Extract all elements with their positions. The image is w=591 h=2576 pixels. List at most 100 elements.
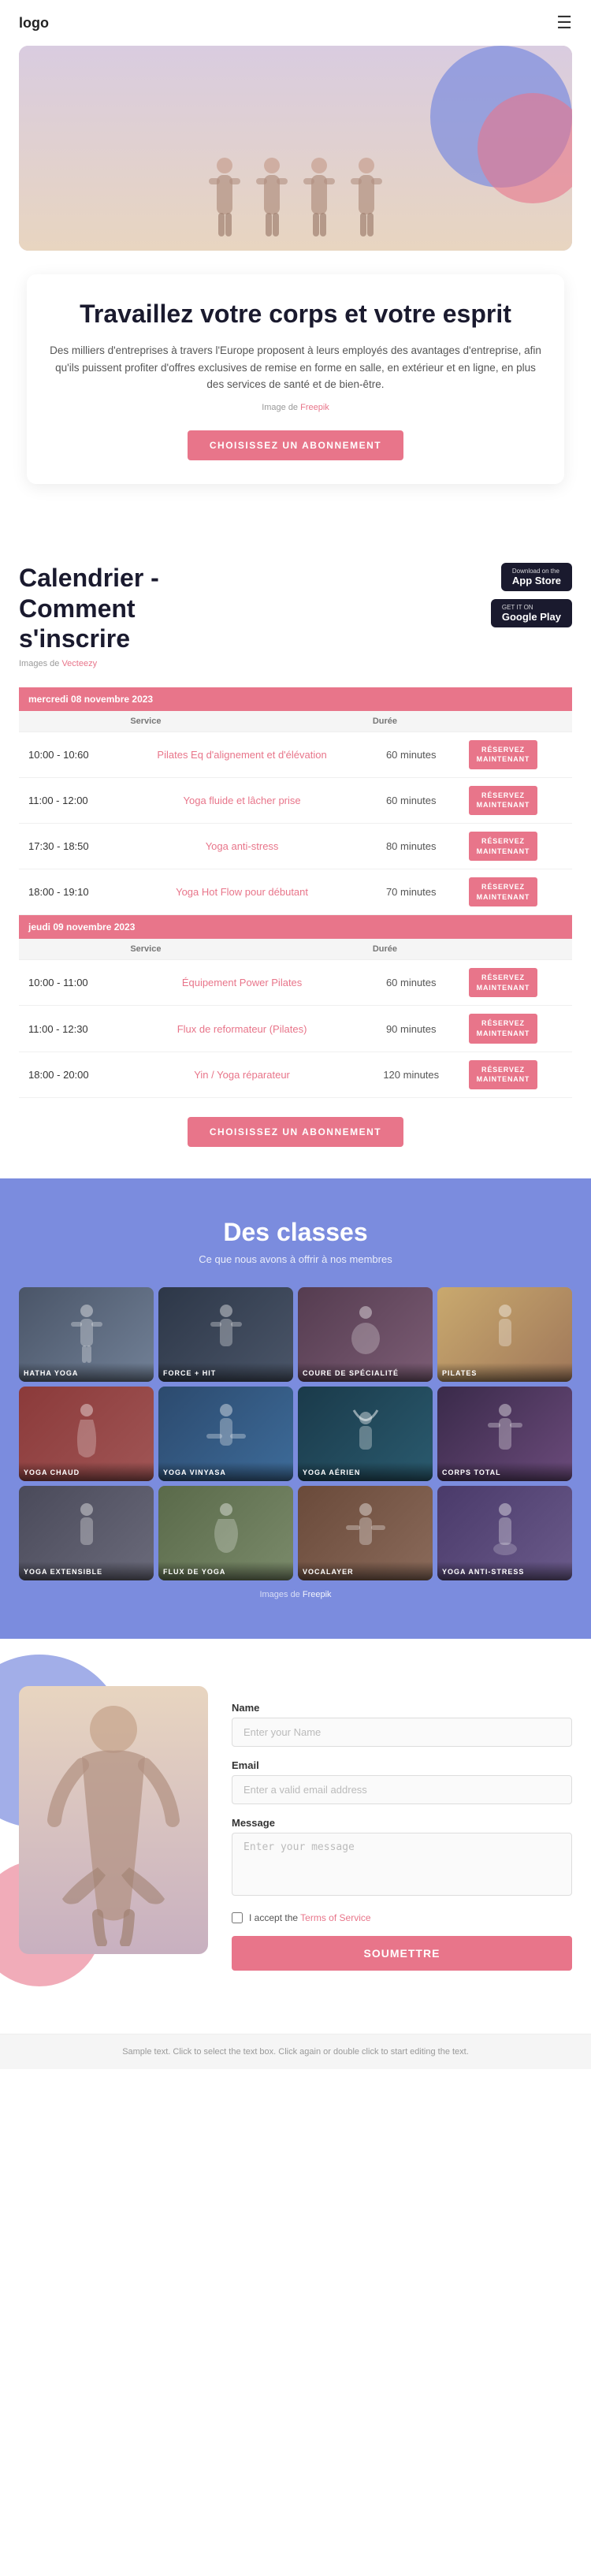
schedule-table: mercredi 08 novembre 2023 Service Durée …	[19, 687, 572, 1098]
class-card-vocalayer[interactable]: VOCALAYER	[298, 1486, 433, 1580]
table-row: 10:00 - 10:60 Pilates Eq d'alignement et…	[19, 731, 572, 777]
calendar-header: Calendrier - Comment s'inscrire Images d…	[19, 563, 572, 668]
table-header-row: Service Durée	[19, 711, 572, 732]
email-label: Email	[232, 1759, 572, 1771]
reserve-button[interactable]: RÉSERVEZMAINTENANT	[469, 968, 538, 997]
class-card-hatha[interactable]: HATHA YOGA	[19, 1287, 154, 1382]
yoga-icon	[481, 1303, 529, 1366]
contact-form: Name Email Message I accept the Terms of…	[232, 1686, 572, 1971]
app-store-badge[interactable]: Download on the App Store	[501, 563, 572, 591]
class-card-label: VOCALAYER	[298, 1562, 433, 1580]
app-store-top-text: Download on the	[512, 568, 561, 575]
table-row: 10:00 - 11:00 Équipement Power Pilates 6…	[19, 960, 572, 1006]
hero-card: Travaillez votre corps et votre esprit D…	[27, 274, 564, 484]
class-card-label: YOGA ANTI-STRESS	[437, 1562, 572, 1580]
class-card-label: FLUX DE YOGA	[158, 1562, 293, 1580]
reserve-button[interactable]: RÉSERVEZMAINTENANT	[469, 832, 538, 861]
submit-button[interactable]: SOUMETTRE	[232, 1936, 572, 1971]
yoga-icon	[342, 1502, 389, 1565]
class-card-force[interactable]: FORCE + HIT	[158, 1287, 293, 1382]
class-card-label: PILATES	[437, 1363, 572, 1382]
message-textarea[interactable]	[232, 1833, 572, 1896]
app-store-main-text: App Store	[512, 575, 561, 586]
figure-2	[252, 156, 292, 243]
class-card-label: YOGA VINYASA	[158, 1462, 293, 1481]
yoga-icon	[342, 1402, 389, 1465]
message-label: Message	[232, 1817, 572, 1829]
calendar-credit-link[interactable]: Vecteezy	[61, 659, 97, 668]
yoga-icon	[203, 1303, 250, 1366]
class-card-label: FORCE + HIT	[158, 1363, 293, 1382]
logo: logo	[19, 15, 49, 32]
form-group-name: Name	[232, 1702, 572, 1747]
figure-4	[347, 156, 386, 243]
yoga-icon	[481, 1402, 529, 1465]
classes-credit-link[interactable]: Freepik	[303, 1590, 332, 1599]
class-card-yoga-extensible[interactable]: YOGA EXTENSIBLE	[19, 1486, 154, 1580]
name-input[interactable]	[232, 1718, 572, 1747]
class-card-flux-yoga[interactable]: FLUX DE YOGA	[158, 1486, 293, 1580]
classes-credit: Images de Freepik	[19, 1590, 572, 1599]
email-input[interactable]	[232, 1775, 572, 1804]
table-row: 11:00 - 12:00 Yoga fluide et lâcher pris…	[19, 777, 572, 823]
calendar-cta-button[interactable]: CHOISISSEZ UN ABONNEMENT	[188, 1117, 403, 1147]
calendar-title-block: Calendrier - Comment s'inscrire Images d…	[19, 563, 159, 668]
hero-cta-button[interactable]: CHOISISSEZ UN ABONNEMENT	[188, 430, 403, 460]
class-card-yoga-vinyasa[interactable]: YOGA VINYASA	[158, 1387, 293, 1481]
class-card-yoga-aerien[interactable]: YOGA AÉRIEN	[298, 1387, 433, 1481]
terms-checkbox[interactable]	[232, 1912, 243, 1923]
footer: Sample text. Click to select the text bo…	[0, 2034, 591, 2069]
table-row: 18:00 - 20:00 Yin / Yoga réparateur 120 …	[19, 1052, 572, 1097]
classes-subtitle: Ce que nous avons à offrir à nos membres	[19, 1253, 572, 1265]
person-illustration	[35, 1694, 192, 1946]
class-card-pilates[interactable]: PILATES	[437, 1287, 572, 1382]
classes-section: Des classes Ce que nous avons à offrir à…	[0, 1178, 591, 1639]
hero-credit-link[interactable]: Freepik	[300, 403, 329, 412]
terms-label: I accept the Terms of Service	[249, 1912, 371, 1923]
day2-label: jeudi 09 novembre 2023	[19, 915, 572, 940]
yoga-icon	[481, 1502, 529, 1565]
site-header: logo ☰	[0, 0, 591, 46]
calendar-cta: CHOISISSEZ UN ABONNEMENT	[19, 1117, 572, 1147]
class-card-label: YOGA EXTENSIBLE	[19, 1562, 154, 1580]
class-card-label: YOGA AÉRIEN	[298, 1462, 433, 1481]
day2-header-row: jeudi 09 novembre 2023	[19, 915, 572, 940]
yoga-icon	[342, 1303, 389, 1366]
terms-link[interactable]: Terms of Service	[300, 1912, 370, 1923]
store-badges: Download on the App Store GET IT ON Goog…	[491, 563, 572, 627]
yoga-icon	[63, 1402, 110, 1465]
google-play-main-text: Google Play	[502, 611, 561, 623]
class-card-corps-total[interactable]: CORPS TOTAL	[437, 1387, 572, 1481]
yoga-icon	[63, 1303, 110, 1366]
figure-3	[299, 156, 339, 243]
reserve-button[interactable]: RÉSERVEZMAINTENANT	[469, 740, 538, 769]
reserve-button[interactable]: RÉSERVEZMAINTENANT	[469, 1014, 538, 1043]
menu-icon[interactable]: ☰	[556, 13, 572, 33]
hero-image	[19, 46, 572, 251]
day1-header-row: mercredi 08 novembre 2023	[19, 687, 572, 711]
hero-image-credit: Image de Freepik	[49, 401, 542, 415]
day1-label: mercredi 08 novembre 2023	[19, 687, 572, 711]
contact-section: Name Email Message I accept the Terms of…	[0, 1639, 591, 2034]
google-play-badge[interactable]: GET IT ON Google Play	[491, 599, 572, 627]
reserve-button[interactable]: RÉSERVEZMAINTENANT	[469, 1060, 538, 1089]
table-row: 11:00 - 12:30 Flux de reformateur (Pilat…	[19, 1006, 572, 1052]
hero-description: Des milliers d'entreprises à travers l'E…	[49, 342, 542, 393]
contact-image	[19, 1686, 208, 1954]
class-card-specialite[interactable]: COURE DE SPÉCIALITÉ	[298, 1287, 433, 1382]
name-label: Name	[232, 1702, 572, 1714]
class-card-yoga-anti-stress[interactable]: YOGA ANTI-STRESS	[437, 1486, 572, 1580]
form-group-email: Email	[232, 1759, 572, 1804]
reserve-button[interactable]: RÉSERVEZMAINTENANT	[469, 877, 538, 906]
google-play-top-text: GET IT ON	[502, 604, 561, 611]
hero-section: Travaillez votre corps et votre esprit D…	[0, 46, 591, 531]
calendar-credit: Images de Vecteezy	[19, 659, 159, 668]
yoga-icon	[203, 1502, 250, 1565]
reserve-button[interactable]: RÉSERVEZMAINTENANT	[469, 786, 538, 815]
table-header-row-2: Service Durée	[19, 939, 572, 960]
form-group-message: Message	[232, 1817, 572, 1900]
class-card-label: CORPS TOTAL	[437, 1462, 572, 1481]
footer-text: Sample text. Click to select the text bo…	[19, 2047, 572, 2057]
class-card-label: YOGA CHAUD	[19, 1462, 154, 1481]
class-card-yoga-chaud[interactable]: YOGA CHAUD	[19, 1387, 154, 1481]
